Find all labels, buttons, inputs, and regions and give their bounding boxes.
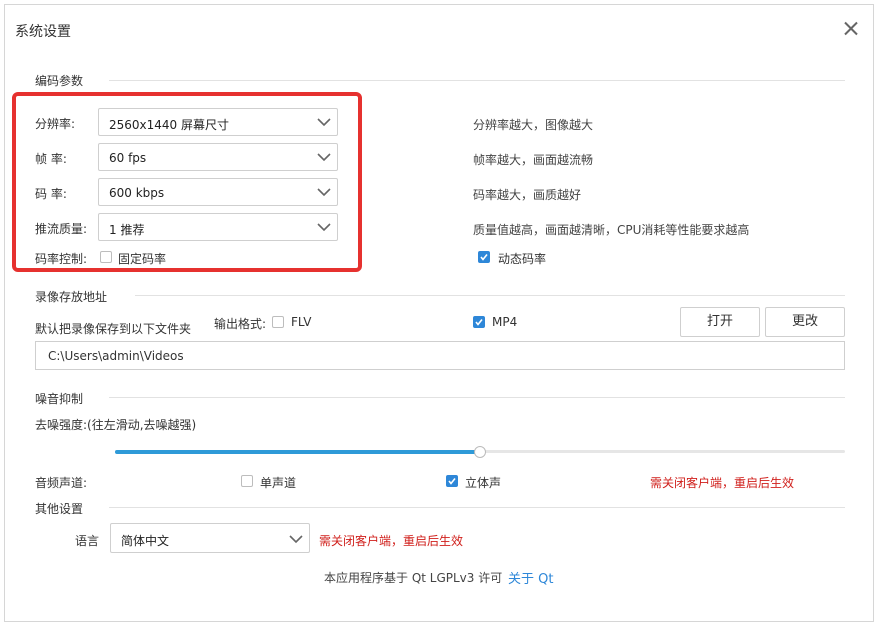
output-format-label: 输出格式: <box>214 317 267 331</box>
language-label: 语言 <box>75 534 100 548</box>
section-title-other: 其他设置 <box>35 502 84 516</box>
chevron-down-icon <box>317 118 331 127</box>
close-icon[interactable] <box>841 19 861 39</box>
resolution-hint: 分辨率越大，图像越大 <box>473 118 594 132</box>
resolution-value: 2560x1440 屏幕尺寸 <box>109 118 229 132</box>
checkmark-icon <box>448 478 456 485</box>
flv-label: FLV <box>291 315 312 329</box>
divider <box>109 507 845 508</box>
flv-checkbox[interactable] <box>272 316 284 328</box>
resolution-select[interactable]: 2560x1440 屏幕尺寸 <box>98 108 338 136</box>
fixed-bitrate-checkbox[interactable] <box>100 251 112 263</box>
quality-hint: 质量值越高，画面越清晰，CPU消耗等性能要求越高 <box>473 223 750 237</box>
dynamic-bitrate-label: 动态码率 <box>498 252 547 266</box>
fixed-bitrate-label: 固定码率 <box>118 252 167 266</box>
divider <box>109 80 845 81</box>
language-restart-note: 需关闭客户端，重启后生效 <box>319 534 464 548</box>
checkmark-icon <box>475 319 483 326</box>
framerate-label: 帧 率: <box>35 152 67 166</box>
quality-value: 1 推荐 <box>109 223 145 237</box>
noise-slider-fill <box>115 450 480 454</box>
language-select[interactable]: 简体中文 <box>110 523 310 553</box>
noise-strength-label: 去噪强度:(往左滑动,去噪越强) <box>35 418 197 432</box>
mp4-label: MP4 <box>492 315 518 329</box>
framerate-hint: 帧率越大，画面越流畅 <box>473 153 594 167</box>
license-text: 本应用程序基于 Qt LGPLv3 许可 <box>324 571 503 585</box>
dialog-title: 系统设置 <box>15 24 71 40</box>
framerate-value: 60 fps <box>109 151 147 165</box>
channel-restart-note: 需关闭客户端，重启后生效 <box>650 476 795 490</box>
bitrate-value: 600 kbps <box>109 186 165 200</box>
divider <box>135 295 845 296</box>
chevron-down-icon <box>317 153 331 162</box>
resolution-label: 分辨率: <box>35 117 76 131</box>
change-folder-button[interactable]: 更改 <box>765 307 845 337</box>
chevron-down-icon <box>289 535 303 544</box>
recording-path-field[interactable]: C:\Users\admin\Videos <box>35 341 845 370</box>
rate-control-label: 码率控制: <box>35 252 88 266</box>
divider <box>109 397 845 398</box>
chevron-down-icon <box>317 188 331 197</box>
dynamic-bitrate-checkbox[interactable] <box>478 251 490 263</box>
audio-channel-label: 音频声道: <box>35 476 88 490</box>
recording-path-value: C:\Users\admin\Videos <box>48 349 184 363</box>
checkmark-icon <box>480 254 488 261</box>
about-qt-link[interactable]: 关于 Qt <box>508 568 553 587</box>
section-title-recording: 录像存放地址 <box>35 290 108 304</box>
mono-label: 单声道 <box>260 476 297 490</box>
bitrate-hint: 码率越大，画质越好 <box>473 188 582 202</box>
bitrate-label: 码 率: <box>35 187 67 201</box>
settings-dialog: 系统设置 编码参数 分辨率: 2560x1440 屏幕尺寸 分辨率越大，图像越大… <box>4 4 874 622</box>
section-title-encoding: 编码参数 <box>35 74 84 88</box>
noise-slider-handle[interactable] <box>474 446 486 458</box>
quality-select[interactable]: 1 推荐 <box>98 213 338 241</box>
mono-checkbox[interactable] <box>241 475 253 487</box>
stereo-label: 立体声 <box>465 476 502 490</box>
framerate-select[interactable]: 60 fps <box>98 143 338 171</box>
recording-desc: 默认把录像保存到以下文件夹 <box>35 322 192 336</box>
mp4-checkbox[interactable] <box>473 316 485 328</box>
stereo-checkbox[interactable] <box>446 475 458 487</box>
chevron-down-icon <box>317 223 331 232</box>
section-title-noise: 噪音抑制 <box>35 392 84 406</box>
bitrate-select[interactable]: 600 kbps <box>98 178 338 206</box>
quality-label: 推流质量: <box>35 222 88 236</box>
open-folder-button[interactable]: 打开 <box>680 307 760 337</box>
language-value: 简体中文 <box>121 534 170 548</box>
